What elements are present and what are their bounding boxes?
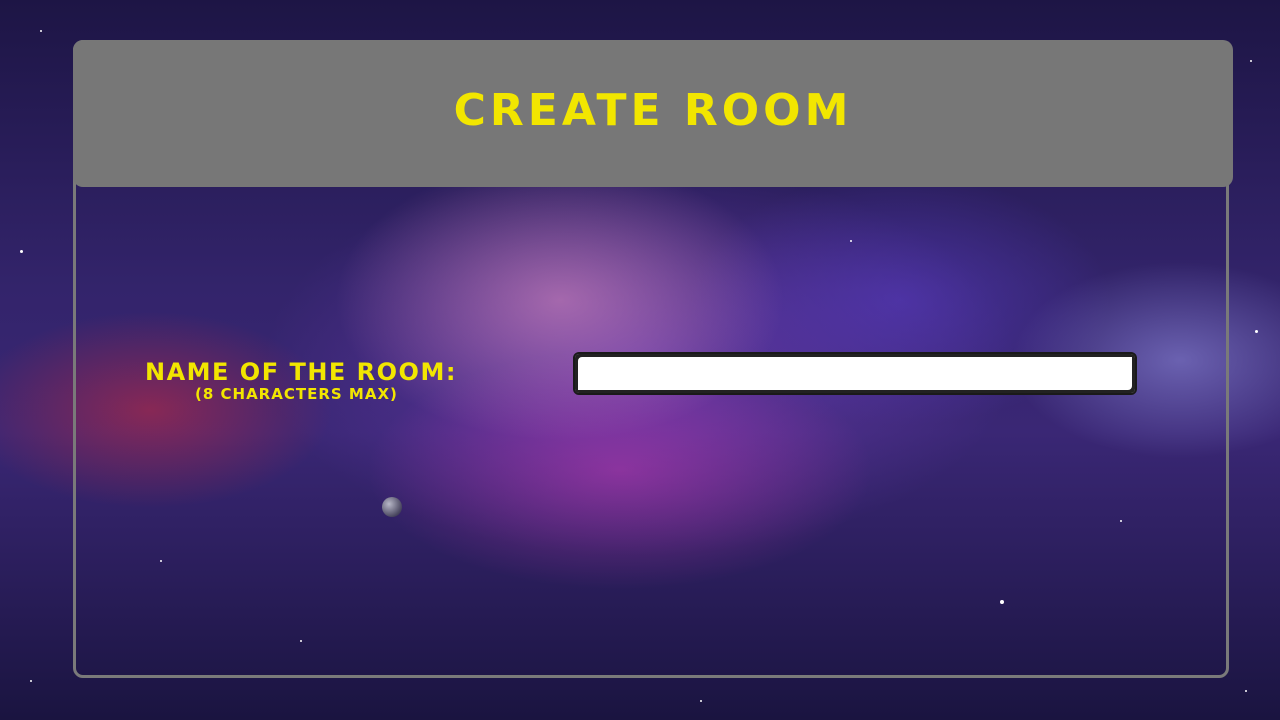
star: [30, 680, 32, 682]
room-name-label: NAME OF THE ROOM:: [145, 358, 457, 386]
header-bar: CREATE ROOM: [73, 40, 1233, 187]
room-name-input[interactable]: [573, 352, 1137, 395]
star: [700, 700, 702, 702]
star: [40, 30, 42, 32]
star: [20, 250, 23, 253]
star: [1255, 330, 1258, 333]
star: [1245, 690, 1247, 692]
room-name-hint: (8 CHARACTERS MAX): [195, 385, 398, 403]
star: [1250, 60, 1252, 62]
page-title: CREATE ROOM: [453, 85, 853, 136]
